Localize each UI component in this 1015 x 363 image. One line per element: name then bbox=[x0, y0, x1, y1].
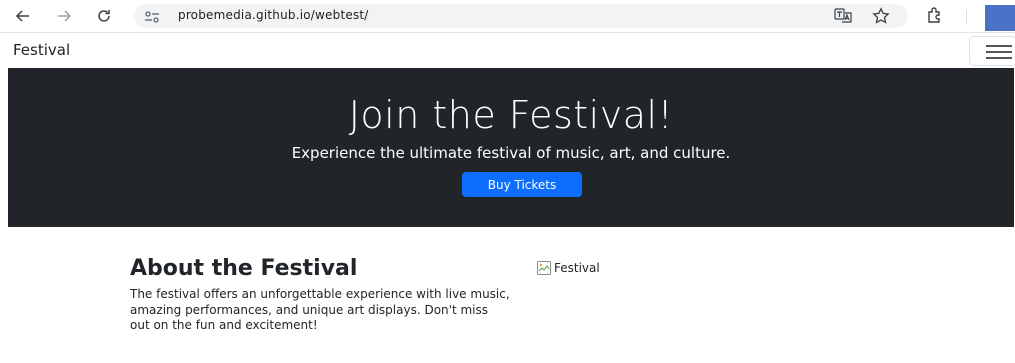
toolbar-separator bbox=[966, 10, 967, 24]
hamburger-icon bbox=[986, 45, 1012, 47]
buy-tickets-button[interactable]: Buy Tickets bbox=[462, 172, 582, 197]
translate-icon[interactable] bbox=[834, 8, 852, 24]
reload-icon[interactable] bbox=[92, 4, 116, 28]
forward-arrow-icon[interactable] bbox=[52, 4, 76, 28]
site-navbar: Festival bbox=[0, 33, 1015, 68]
hero-subtitle: Experience the ultimate festival of musi… bbox=[291, 144, 731, 162]
image-alt-text: Festival bbox=[554, 261, 600, 275]
star-icon[interactable] bbox=[872, 7, 890, 25]
menu-toggle-button[interactable] bbox=[969, 36, 1015, 66]
browser-toolbar: probemedia.github.io/webtest/ bbox=[0, 0, 1015, 32]
navbar-brand[interactable]: Festival bbox=[13, 41, 70, 59]
site-info-icon[interactable] bbox=[144, 9, 160, 23]
hero-section: Join the Festival! Experience the ultima… bbox=[8, 68, 1014, 227]
back-arrow-icon[interactable] bbox=[11, 4, 35, 28]
festival-image: Festival bbox=[536, 260, 600, 276]
about-heading: About the Festival bbox=[130, 256, 358, 281]
hero-title: Join the Festival! bbox=[348, 93, 674, 137]
profile-avatar[interactable] bbox=[985, 5, 1015, 31]
broken-image-icon bbox=[537, 261, 551, 275]
url-text[interactable]: probemedia.github.io/webtest/ bbox=[178, 8, 369, 22]
address-bar[interactable]: probemedia.github.io/webtest/ bbox=[134, 4, 908, 28]
extensions-icon[interactable] bbox=[925, 6, 945, 26]
about-description: The festival offers an unforgettable exp… bbox=[130, 287, 510, 332]
